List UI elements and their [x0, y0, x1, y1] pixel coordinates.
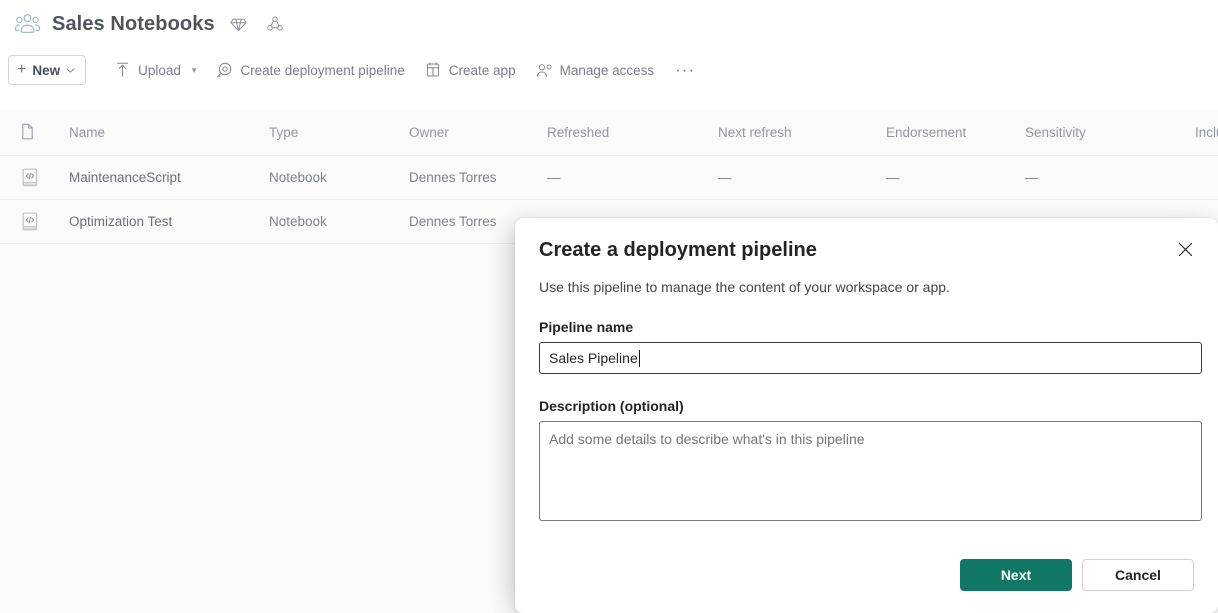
row-next-refresh: —	[718, 170, 732, 185]
row-refreshed: —	[547, 170, 561, 185]
pipeline-name-value: Sales Pipeline	[549, 350, 638, 366]
workspace-people-icon	[12, 9, 42, 39]
row-type: Notebook	[269, 170, 327, 185]
more-options-button[interactable]: ···	[670, 55, 700, 85]
rocket-pipeline-icon	[216, 62, 233, 79]
column-header-refreshed[interactable]: Refreshed	[547, 125, 718, 140]
text-caret	[638, 349, 640, 367]
column-header-endorsement[interactable]: Endorsement	[886, 125, 1025, 140]
create-deployment-pipeline-button[interactable]: Create deployment pipeline	[206, 54, 414, 86]
dialog-subtitle: Use this pipeline to manage the content …	[539, 279, 950, 295]
row-type: Notebook	[269, 214, 327, 229]
pipeline-name-input[interactable]: Sales Pipeline	[539, 342, 1202, 374]
manage-access-button[interactable]: Manage access	[526, 54, 665, 86]
column-header-type[interactable]: Type	[269, 125, 409, 140]
column-header-icon	[16, 123, 69, 143]
create-deployment-pipeline-label: Create deployment pipeline	[240, 62, 405, 78]
create-app-label: Create app	[448, 62, 516, 78]
row-endorsement: —	[886, 170, 900, 185]
dialog-header: Create a deployment pipeline	[539, 218, 1194, 264]
row-name[interactable]: MaintenanceScript	[69, 170, 269, 185]
workspace-header: Sales Notebooks	[0, 0, 1218, 48]
new-button-label: New	[32, 62, 61, 78]
cancel-button[interactable]: Cancel	[1082, 559, 1194, 591]
upload-button[interactable]: Upload ▾	[104, 54, 206, 86]
column-header-included-in-app[interactable]: Inclu	[1195, 125, 1218, 140]
app-window-icon	[425, 62, 442, 79]
create-deployment-pipeline-dialog: Create a deployment pipeline Use this pi…	[515, 218, 1218, 613]
close-icon[interactable]	[1170, 234, 1200, 264]
plus-icon: +	[17, 61, 27, 78]
chevron-down-icon	[66, 67, 75, 73]
row-name[interactable]: Optimization Test	[69, 214, 269, 229]
table-header-row: Name Type Owner Refreshed Next refresh E…	[0, 110, 1218, 156]
notebook-code-icon	[16, 167, 69, 188]
new-button[interactable]: + New	[8, 55, 87, 85]
create-app-button[interactable]: Create app	[415, 54, 526, 86]
diamond-premium-icon	[227, 12, 251, 36]
row-sensitivity: —	[1025, 170, 1039, 185]
dialog-footer: Next Cancel	[960, 559, 1194, 591]
next-button[interactable]: Next	[960, 559, 1072, 591]
column-header-sensitivity[interactable]: Sensitivity	[1025, 125, 1195, 140]
description-label: Description (optional)	[539, 398, 684, 414]
column-header-owner[interactable]: Owner	[409, 125, 547, 140]
app-root: Sales Notebooks + New Upload ▾ Create de…	[0, 0, 1218, 613]
people-access-icon	[536, 62, 553, 79]
manage-access-label: Manage access	[559, 62, 655, 78]
chevron-down-icon: ▾	[191, 64, 197, 75]
upload-label: Upload	[138, 62, 181, 78]
command-bar: + New Upload ▾ Create deployment pipelin…	[0, 48, 1218, 92]
trio-shared-icon	[263, 12, 287, 36]
description-input[interactable]	[539, 421, 1202, 521]
dialog-title: Create a deployment pipeline	[539, 239, 817, 261]
row-owner: Dennes Torres	[409, 170, 497, 185]
upload-arrow-icon	[114, 62, 131, 79]
notebook-code-icon	[16, 211, 69, 232]
pipeline-name-label: Pipeline name	[539, 319, 634, 335]
page-title: Sales Notebooks	[52, 12, 215, 35]
table-row[interactable]: MaintenanceScript Notebook Dennes Torres…	[0, 156, 1218, 200]
column-header-name[interactable]: Name	[69, 125, 269, 140]
column-header-next-refresh[interactable]: Next refresh	[718, 125, 886, 140]
